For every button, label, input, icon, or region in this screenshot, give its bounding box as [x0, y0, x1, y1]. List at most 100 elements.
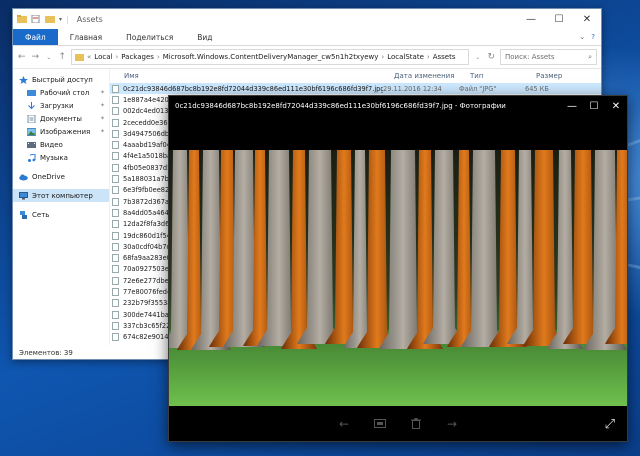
documents-folder-icon: [27, 114, 36, 123]
onedrive-icon: [19, 173, 28, 181]
sidebar-item-quick-access[interactable]: Быстрый доступ: [13, 73, 109, 86]
photos-top-area: [169, 116, 627, 150]
maximize-button[interactable]: ☐: [545, 9, 573, 29]
file-icon: [112, 152, 119, 161]
file-icon: [112, 254, 119, 263]
minimize-button[interactable]: —: [517, 9, 545, 29]
search-icon: ⌕: [588, 52, 593, 61]
pin-icon: ✦: [99, 115, 105, 122]
title-separator: |: [66, 14, 69, 24]
forward-arrow-icon[interactable]: →: [31, 52, 41, 62]
column-header-size[interactable]: Размер: [536, 72, 562, 80]
file-date: 29.11.2016 12:34: [383, 84, 442, 93]
column-header-type[interactable]: Тип: [470, 72, 536, 80]
navigation-pane: Быстрый доступ Рабочий стол ✦ Загрузки ✦…: [13, 69, 110, 345]
new-folder-icon[interactable]: [45, 15, 55, 23]
sidebar-item-network[interactable]: Сеть: [13, 208, 109, 221]
star-icon: [19, 75, 28, 84]
video-folder-icon: [27, 141, 36, 149]
file-icon: [112, 265, 119, 274]
breadcrumb-item[interactable]: Assets: [433, 53, 456, 61]
search-input[interactable]: Поиск: Assets ⌕: [500, 49, 598, 65]
back-arrow-icon[interactable]: ←: [17, 52, 27, 62]
sidebar-item-downloads[interactable]: Загрузки ✦: [13, 99, 109, 112]
photos-titlebar: 0c21dc93846d687bc8b192e8fd72044d339c86ed…: [169, 96, 627, 116]
sidebar-item-label: Загрузки: [40, 101, 74, 110]
file-icon: [112, 186, 119, 195]
minimize-button[interactable]: —: [561, 96, 583, 116]
column-header-date[interactable]: Дата изменения: [394, 72, 470, 80]
file-icon: [112, 107, 119, 116]
tab-view[interactable]: Вид: [185, 29, 224, 45]
pictures-folder-icon: [26, 127, 37, 136]
address-dropdown-icon[interactable]: ⌄: [473, 54, 483, 61]
delete-icon[interactable]: [409, 417, 423, 431]
properties-icon[interactable]: [31, 14, 41, 24]
window-title: Assets: [76, 14, 103, 24]
explorer-titlebar: ▾ | Assets — ☐ ✕: [13, 9, 601, 29]
file-icon: [112, 310, 119, 319]
sidebar-item-pictures[interactable]: Изображения ✦: [13, 125, 109, 138]
file-icon: [112, 163, 119, 172]
breadcrumb-separator: ›: [381, 53, 385, 61]
file-icon: [112, 141, 119, 150]
forest-photo[interactable]: [169, 150, 627, 406]
sidebar-item-desktop[interactable]: Рабочий стол ✦: [13, 86, 109, 99]
chevron-down-icon[interactable]: ⌄: [579, 33, 585, 41]
close-button[interactable]: ✕: [605, 96, 627, 116]
quick-access-dropdown-icon[interactable]: ▾: [59, 16, 62, 23]
breadcrumb-item[interactable]: Local: [94, 53, 112, 61]
sidebar-item-this-pc[interactable]: Этот компьютер: [13, 189, 109, 202]
desktop-folder-icon: [27, 89, 36, 97]
breadcrumb-separator: ›: [115, 53, 119, 61]
arrow-right-icon[interactable]: →: [445, 417, 459, 431]
breadcrumb-separator: ›: [426, 53, 430, 61]
close-button[interactable]: ✕: [573, 9, 601, 29]
expand-icon[interactable]: ⤢: [605, 417, 615, 432]
breadcrumb-item[interactable]: LocalState: [387, 53, 424, 61]
sidebar-item-label: Изображения: [40, 127, 91, 136]
ribbon-right: ⌄ ?: [579, 29, 601, 45]
sidebar-item-onedrive[interactable]: OneDrive: [13, 170, 109, 183]
sidebar-item-video[interactable]: Видео: [13, 138, 109, 151]
sidebar-item-label: Музыка: [40, 153, 68, 162]
folder-icon: [17, 15, 27, 23]
file-icon: [112, 175, 119, 184]
file-name: 0c21dc93846d687bc8b192e8fd72044d339c86ed…: [123, 84, 383, 93]
breadcrumb-item[interactable]: Packages: [121, 53, 154, 61]
sidebar-item-label: Документы: [40, 114, 82, 123]
address-bar[interactable]: « Local › Packages › Microsoft.Windows.C…: [71, 49, 469, 65]
recent-locations-icon[interactable]: ⌄: [44, 54, 54, 61]
sidebar-item-music[interactable]: Музыка: [13, 151, 109, 164]
sidebar-item-label: Сеть: [32, 210, 50, 219]
sidebar-item-label: Быстрый доступ: [32, 75, 93, 84]
column-header-name[interactable]: Имя: [124, 72, 394, 80]
file-icon: [112, 287, 119, 296]
window-controls: — ☐ ✕: [561, 96, 627, 116]
tab-file[interactable]: Файл: [13, 29, 58, 45]
maximize-button[interactable]: ☐: [583, 96, 605, 116]
file-icon: [112, 276, 119, 285]
pin-icon: ✦: [99, 128, 105, 135]
file-icon: [112, 197, 119, 206]
file-icon: [112, 129, 119, 138]
breadcrumb-item[interactable]: Microsoft.Windows.ContentDeliveryManager…: [163, 53, 379, 61]
folder-icon: [75, 53, 84, 61]
refresh-icon[interactable]: ↻: [487, 52, 497, 62]
tab-share[interactable]: Поделиться: [114, 29, 185, 45]
file-icon: [112, 220, 119, 229]
help-icon[interactable]: ?: [591, 33, 595, 41]
tab-home[interactable]: Главная: [58, 29, 114, 45]
arrow-left-icon[interactable]: ←: [337, 417, 351, 431]
file-size: 645 КБ: [525, 84, 549, 93]
sidebar-item-label: Этот компьютер: [32, 191, 93, 200]
file-row[interactable]: 0c21dc93846d687bc8b192e8fd72044d339c86ed…: [110, 83, 601, 95]
breadcrumb-separator: «: [87, 53, 92, 61]
sidebar-item-documents[interactable]: Документы ✦: [13, 112, 109, 125]
file-icon: [112, 299, 119, 308]
ribbon-tabs: Файл Главная Поделиться Вид ⌄ ?: [13, 29, 601, 46]
up-arrow-icon[interactable]: ↑: [58, 52, 68, 62]
slideshow-icon[interactable]: [373, 417, 387, 431]
file-icon: [112, 118, 119, 127]
downloads-folder-icon: [27, 101, 36, 110]
